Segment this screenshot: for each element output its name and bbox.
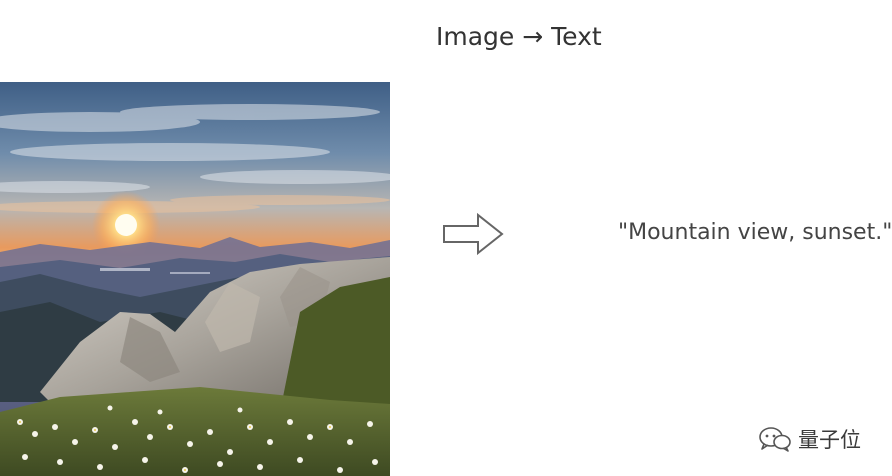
wechat-chat-bubbles-icon: [759, 427, 791, 452]
photo-illustration: [0, 82, 390, 476]
diagram-canvas: Image → Text "Mountain view, sunset." 量子…: [0, 0, 892, 476]
right-outline-arrow-icon: [442, 212, 506, 256]
mountain-sunset-photo: [0, 82, 390, 476]
watermark-text: 量子位: [798, 428, 861, 452]
watermark: 量子位: [758, 424, 861, 454]
generated-caption-text: "Mountain view, sunset.": [618, 220, 892, 245]
diagram-title: Image → Text: [436, 22, 602, 51]
